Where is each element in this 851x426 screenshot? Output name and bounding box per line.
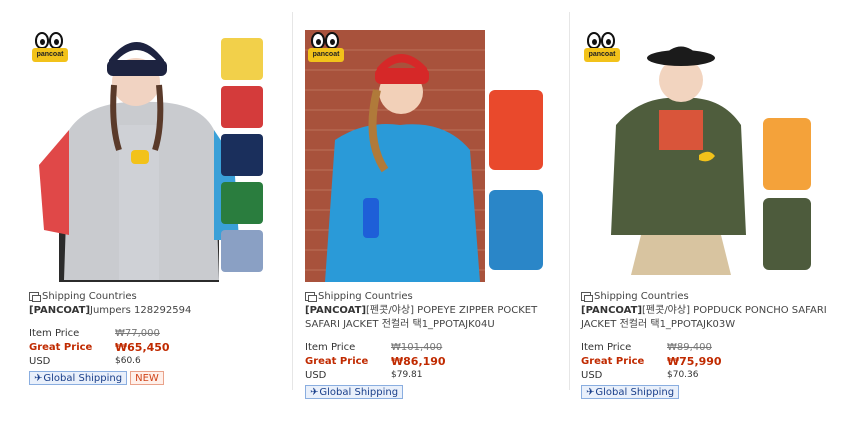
usd-label: USD bbox=[305, 369, 327, 381]
column-divider bbox=[569, 12, 570, 390]
airplane-icon: ✈ bbox=[34, 372, 43, 384]
product-image-link[interactable]: pancoat bbox=[305, 30, 547, 282]
shipping-countries-link[interactable]: Shipping Countries bbox=[581, 289, 843, 303]
great-price-label: Great Price bbox=[581, 355, 645, 367]
brand-logo: pancoat bbox=[308, 32, 344, 66]
product-card: pancoat Shipping Countries [PANCOAT][펜콧/… bbox=[581, 30, 843, 399]
global-shipping-badge[interactable]: ✈ Global Shipping bbox=[581, 385, 680, 399]
shipping-countries-link[interactable]: Shipping Countries bbox=[29, 289, 291, 303]
usd-price-value: $70.36 bbox=[667, 370, 699, 380]
brand-logo: pancoat bbox=[32, 32, 68, 66]
shipping-countries-link[interactable]: Shipping Countries bbox=[305, 289, 567, 303]
new-badge: NEW bbox=[130, 371, 164, 385]
price-block: Item Price ₩101,400 Great Price ₩86,190 … bbox=[305, 340, 505, 382]
product-card: pancoat Shipping Countries [PANCOAT]Jump… bbox=[29, 30, 291, 385]
global-shipping-badge[interactable]: ✈ Global Shipping bbox=[29, 371, 128, 385]
price-block: Item Price ₩77,000 Great Price ₩65,450 U… bbox=[29, 326, 229, 368]
airplane-icon: ✈ bbox=[586, 386, 595, 398]
item-price-label: Item Price bbox=[581, 341, 632, 353]
usd-label: USD bbox=[581, 369, 603, 381]
great-price-value: ₩86,190 bbox=[391, 354, 446, 368]
product-title-link[interactable]: [PANCOAT][펜콧/야상] POPDUCK PONCHO SAFARI J… bbox=[581, 304, 833, 332]
window-icon bbox=[305, 291, 317, 302]
global-shipping-badge[interactable]: ✈ Global Shipping bbox=[305, 385, 404, 399]
great-price-value: ₩75,990 bbox=[667, 354, 722, 368]
product-image-link[interactable]: pancoat bbox=[581, 30, 814, 282]
product-photo bbox=[29, 30, 267, 282]
product-image-link[interactable]: pancoat bbox=[29, 30, 267, 282]
airplane-icon: ✈ bbox=[310, 386, 319, 398]
product-title-link[interactable]: [PANCOAT][펜콧/야상] POPEYE ZIPPER POCKET SA… bbox=[305, 304, 557, 332]
great-price-label: Great Price bbox=[29, 341, 93, 353]
window-icon bbox=[581, 291, 593, 302]
brand-logo: pancoat bbox=[584, 32, 620, 66]
item-price-value: ₩101,400 bbox=[391, 341, 443, 353]
window-icon bbox=[29, 291, 41, 302]
great-price-value: ₩65,450 bbox=[115, 340, 170, 354]
product-title-link[interactable]: [PANCOAT]Jumpers 128292594 bbox=[29, 304, 281, 318]
usd-price-value: $79.81 bbox=[391, 370, 423, 380]
item-price-value: ₩89,400 bbox=[667, 341, 712, 353]
product-photo bbox=[581, 30, 814, 282]
usd-label: USD bbox=[29, 355, 51, 367]
item-price-value: ₩77,000 bbox=[115, 327, 160, 339]
column-divider bbox=[292, 12, 293, 390]
product-photo bbox=[305, 30, 547, 282]
item-price-label: Item Price bbox=[305, 341, 356, 353]
usd-price-value: $60.6 bbox=[115, 356, 141, 366]
product-card: pancoat Shipping Countries [PANCOAT][펜콧/… bbox=[305, 30, 567, 399]
great-price-label: Great Price bbox=[305, 355, 369, 367]
price-block: Item Price ₩89,400 Great Price ₩75,990 U… bbox=[581, 340, 781, 382]
item-price-label: Item Price bbox=[29, 327, 80, 339]
